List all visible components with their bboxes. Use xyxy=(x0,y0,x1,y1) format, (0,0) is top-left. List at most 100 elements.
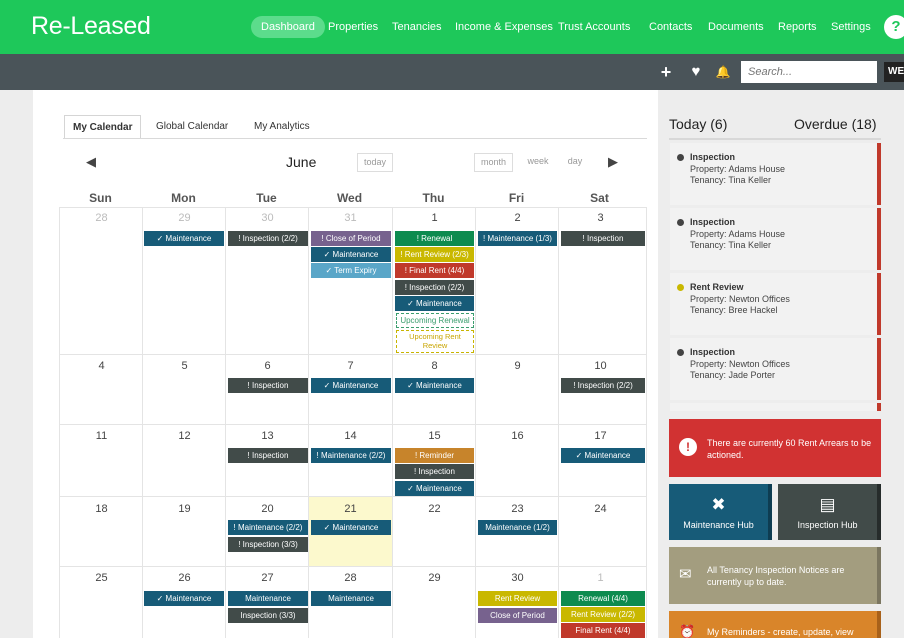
task-card[interactable]: Inspection Property: Adams House Tenancy… xyxy=(670,143,881,205)
nav-tenancies[interactable]: Tenancies xyxy=(392,16,442,38)
search-input[interactable] xyxy=(741,61,877,83)
day-number: 25 xyxy=(95,572,108,584)
overdue-count-heading[interactable]: Overdue (18) xyxy=(794,116,876,132)
add-icon[interactable]: + xyxy=(657,62,675,82)
nav-properties[interactable]: Properties xyxy=(328,16,378,38)
calendar-event[interactable]: ✓ Maintenance xyxy=(144,591,224,606)
today-count-heading[interactable]: Today (6) xyxy=(669,116,727,132)
top-navigation-bar: Re-Leased Dashboard Properties Tenancies… xyxy=(0,0,904,54)
calendar-day[interactable]: 3 xyxy=(559,207,647,355)
prev-month-arrow-icon[interactable]: ◀ xyxy=(86,154,96,170)
calendar-event[interactable]: Rent Review xyxy=(478,591,557,606)
calendar-day[interactable]: 25 xyxy=(59,567,143,638)
day-number: 13 xyxy=(261,430,274,442)
upcoming-event[interactable]: Upcoming Renewal xyxy=(396,313,474,328)
calendar-event[interactable]: ! Inspection xyxy=(228,448,308,463)
nav-reports[interactable]: Reports xyxy=(778,16,817,38)
calendar-event[interactable]: ! Inspection (2/2) xyxy=(561,378,645,393)
calendar-day[interactable]: 29 xyxy=(143,207,226,355)
calendar-event[interactable]: ! Inspection (2/2) xyxy=(395,280,474,295)
nav-contacts[interactable]: Contacts xyxy=(649,16,692,38)
calendar-day[interactable]: 5 xyxy=(143,355,226,425)
calendar-event[interactable]: ! Inspection xyxy=(395,464,474,479)
calendar-event[interactable]: ! Maintenance (2/2) xyxy=(228,520,308,535)
calendar-day[interactable]: 29 xyxy=(393,567,476,638)
calendar-event[interactable]: ! Maintenance (1/3) xyxy=(478,231,557,246)
calendar-event[interactable]: ! Inspection (2/2) xyxy=(228,231,308,246)
calendar-event[interactable]: ! Maintenance (2/2) xyxy=(311,448,391,463)
envelope-icon: ✉ xyxy=(679,566,692,583)
calendar-event[interactable]: Final Rent (4/4) xyxy=(561,623,645,638)
user-menu-button[interactable]: WE xyxy=(884,62,904,82)
view-week-button[interactable]: week xyxy=(521,153,555,172)
calendar-event[interactable]: ! Inspection xyxy=(228,378,308,393)
calendar-day[interactable]: 19 xyxy=(143,497,226,567)
calendar-event[interactable]: ✓ Maintenance xyxy=(395,296,474,311)
maintenance-hub-tile[interactable]: ✖ Maintenance Hub xyxy=(669,484,772,540)
nav-income-expenses[interactable]: Income & Expenses xyxy=(455,16,553,38)
tab-my-analytics[interactable]: My Analytics xyxy=(254,115,310,139)
calendar-day[interactable]: 28 xyxy=(59,207,143,355)
calendar-day[interactable]: 22 xyxy=(393,497,476,567)
help-icon[interactable]: ? xyxy=(884,15,904,39)
task-property: Property: Adams House xyxy=(690,164,786,174)
calendar-event[interactable]: ✓ Maintenance xyxy=(395,481,474,496)
today-button[interactable]: today xyxy=(357,153,393,172)
nav-trust-accounts[interactable]: Trust Accounts xyxy=(558,16,630,38)
task-card[interactable]: Inspection Property: Newton Offices Tena… xyxy=(670,338,881,400)
calendar-event[interactable]: Maintenance (1/2) xyxy=(478,520,557,535)
calendar-event[interactable]: ✓ Maintenance xyxy=(311,247,391,262)
upcoming-event[interactable]: Upcoming Rent Review xyxy=(396,330,474,353)
reminders-tile[interactable]: ⏰ My Reminders - create, update, view xyxy=(669,611,881,638)
calendar-day[interactable]: 4 xyxy=(59,355,143,425)
calendar-event[interactable]: ! Final Rent (4/4) xyxy=(395,263,474,278)
calendar-event[interactable]: Inspection (3/3) xyxy=(228,608,308,623)
calendar-event[interactable]: ✓ Maintenance xyxy=(561,448,645,463)
calendar-day[interactable]: 11 xyxy=(59,425,143,497)
view-day-button[interactable]: day xyxy=(560,153,590,172)
calendar-day[interactable]: 31 xyxy=(309,207,393,355)
tab-divider xyxy=(63,138,647,139)
task-card[interactable]: Inspection Property: Adams House Tenancy… xyxy=(670,208,881,270)
inspection-notices-tile[interactable]: ✉ All Tenancy Inspection Notices are cur… xyxy=(669,547,881,604)
calendar-event[interactable]: ✓ Maintenance xyxy=(144,231,224,246)
tab-my-calendar[interactable]: My Calendar xyxy=(64,115,142,139)
next-month-arrow-icon[interactable]: ▶ xyxy=(608,154,618,170)
calendar-event[interactable]: Rent Review (2/2) xyxy=(561,607,645,622)
calendar-event[interactable]: ! Close of Period xyxy=(311,231,391,246)
rent-arrears-alert[interactable]: ! There are currently 60 Rent Arrears to… xyxy=(669,419,881,477)
calendar-day[interactable]: 9 xyxy=(476,355,559,425)
calendar-event[interactable]: ! Rent Review (2/3) xyxy=(395,247,474,262)
calendar-day[interactable]: 12 xyxy=(143,425,226,497)
calendar-day[interactable]: 2 xyxy=(476,207,559,355)
alert-icon: ! xyxy=(679,438,697,456)
day-number: 9 xyxy=(514,360,521,372)
heartbeat-icon[interactable]: ♥ xyxy=(687,62,705,82)
re-leased-logo[interactable]: Re-Leased xyxy=(31,12,151,41)
calendar-event[interactable]: ✓ Maintenance xyxy=(395,378,474,393)
tab-global-calendar[interactable]: Global Calendar xyxy=(156,115,228,139)
calendar-event[interactable]: ! Inspection (3/3) xyxy=(228,537,308,552)
calendar-day[interactable]: 30 xyxy=(226,207,309,355)
calendar-event[interactable]: ✓ Maintenance xyxy=(311,520,391,535)
calendar-event[interactable]: Maintenance xyxy=(311,591,391,606)
calendar-event[interactable]: Maintenance xyxy=(228,591,308,606)
calendar-event[interactable]: ! Reminder xyxy=(395,448,474,463)
calendar-event[interactable]: ! Inspection xyxy=(561,231,645,246)
task-card[interactable]: Rent Review Property: Newton Offices Ten… xyxy=(670,273,881,335)
calendar-event[interactable]: ✓ Term Expiry xyxy=(311,263,391,278)
nav-dashboard[interactable]: Dashboard xyxy=(251,16,325,38)
calendar-day[interactable]: 24 xyxy=(559,497,647,567)
calendar-event[interactable]: ! Renewal xyxy=(395,231,474,246)
bell-icon[interactable]: 🔔 xyxy=(714,62,732,82)
nav-settings[interactable]: Settings xyxy=(831,16,871,38)
calendar-day[interactable]: 18 xyxy=(59,497,143,567)
calendar-event[interactable]: ✓ Maintenance xyxy=(311,378,391,393)
calendar-event[interactable]: Close of Period xyxy=(478,608,557,623)
task-card-partial[interactable] xyxy=(670,403,881,411)
inspection-hub-tile[interactable]: ▤ Inspection Hub xyxy=(778,484,881,540)
calendar-event[interactable]: Renewal (4/4) xyxy=(561,591,645,606)
calendar-day[interactable]: 16 xyxy=(476,425,559,497)
nav-documents[interactable]: Documents xyxy=(708,16,764,38)
view-month-button[interactable]: month xyxy=(474,153,513,172)
